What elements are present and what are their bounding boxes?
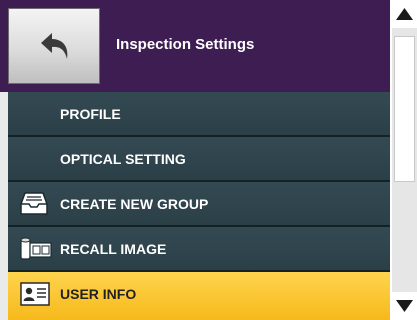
triangle-down-icon xyxy=(396,300,413,312)
menu-item-user-info[interactable]: USER INFO xyxy=(8,272,390,320)
menu-item-optical-setting[interactable]: OPTICAL SETTING xyxy=(8,137,390,182)
settings-panel: Inspection Settings PROFILE OPTICAL SETT… xyxy=(0,0,390,320)
menu-item-profile[interactable]: PROFILE xyxy=(8,92,390,137)
page-title: Inspection Settings xyxy=(116,36,255,53)
scroll-down-button[interactable] xyxy=(392,292,417,320)
menu-item-label: PROFILE xyxy=(60,106,121,122)
header-bar: Inspection Settings xyxy=(0,0,390,92)
settings-menu: PROFILE OPTICAL SETTING CREATE NEW GROUP xyxy=(8,92,390,320)
menu-item-create-new-group[interactable]: CREATE NEW GROUP xyxy=(8,182,390,227)
scrollbar-thumb[interactable] xyxy=(394,36,415,182)
inbox-tray-icon xyxy=(20,191,48,217)
back-button[interactable] xyxy=(8,8,100,84)
menu-item-label: USER INFO xyxy=(60,286,137,302)
back-arrow-icon xyxy=(41,33,68,59)
scroll-up-button[interactable] xyxy=(392,0,417,28)
scrollbar[interactable] xyxy=(392,0,417,320)
menu-item-label: OPTICAL SETTING xyxy=(60,151,186,167)
menu-item-label: CREATE NEW GROUP xyxy=(60,196,209,212)
film-roll-icon xyxy=(20,236,52,262)
id-card-icon xyxy=(20,281,50,307)
menu-item-label: RECALL IMAGE xyxy=(60,241,167,257)
triangle-up-icon xyxy=(396,8,413,20)
menu-item-recall-image[interactable]: RECALL IMAGE xyxy=(8,227,390,272)
